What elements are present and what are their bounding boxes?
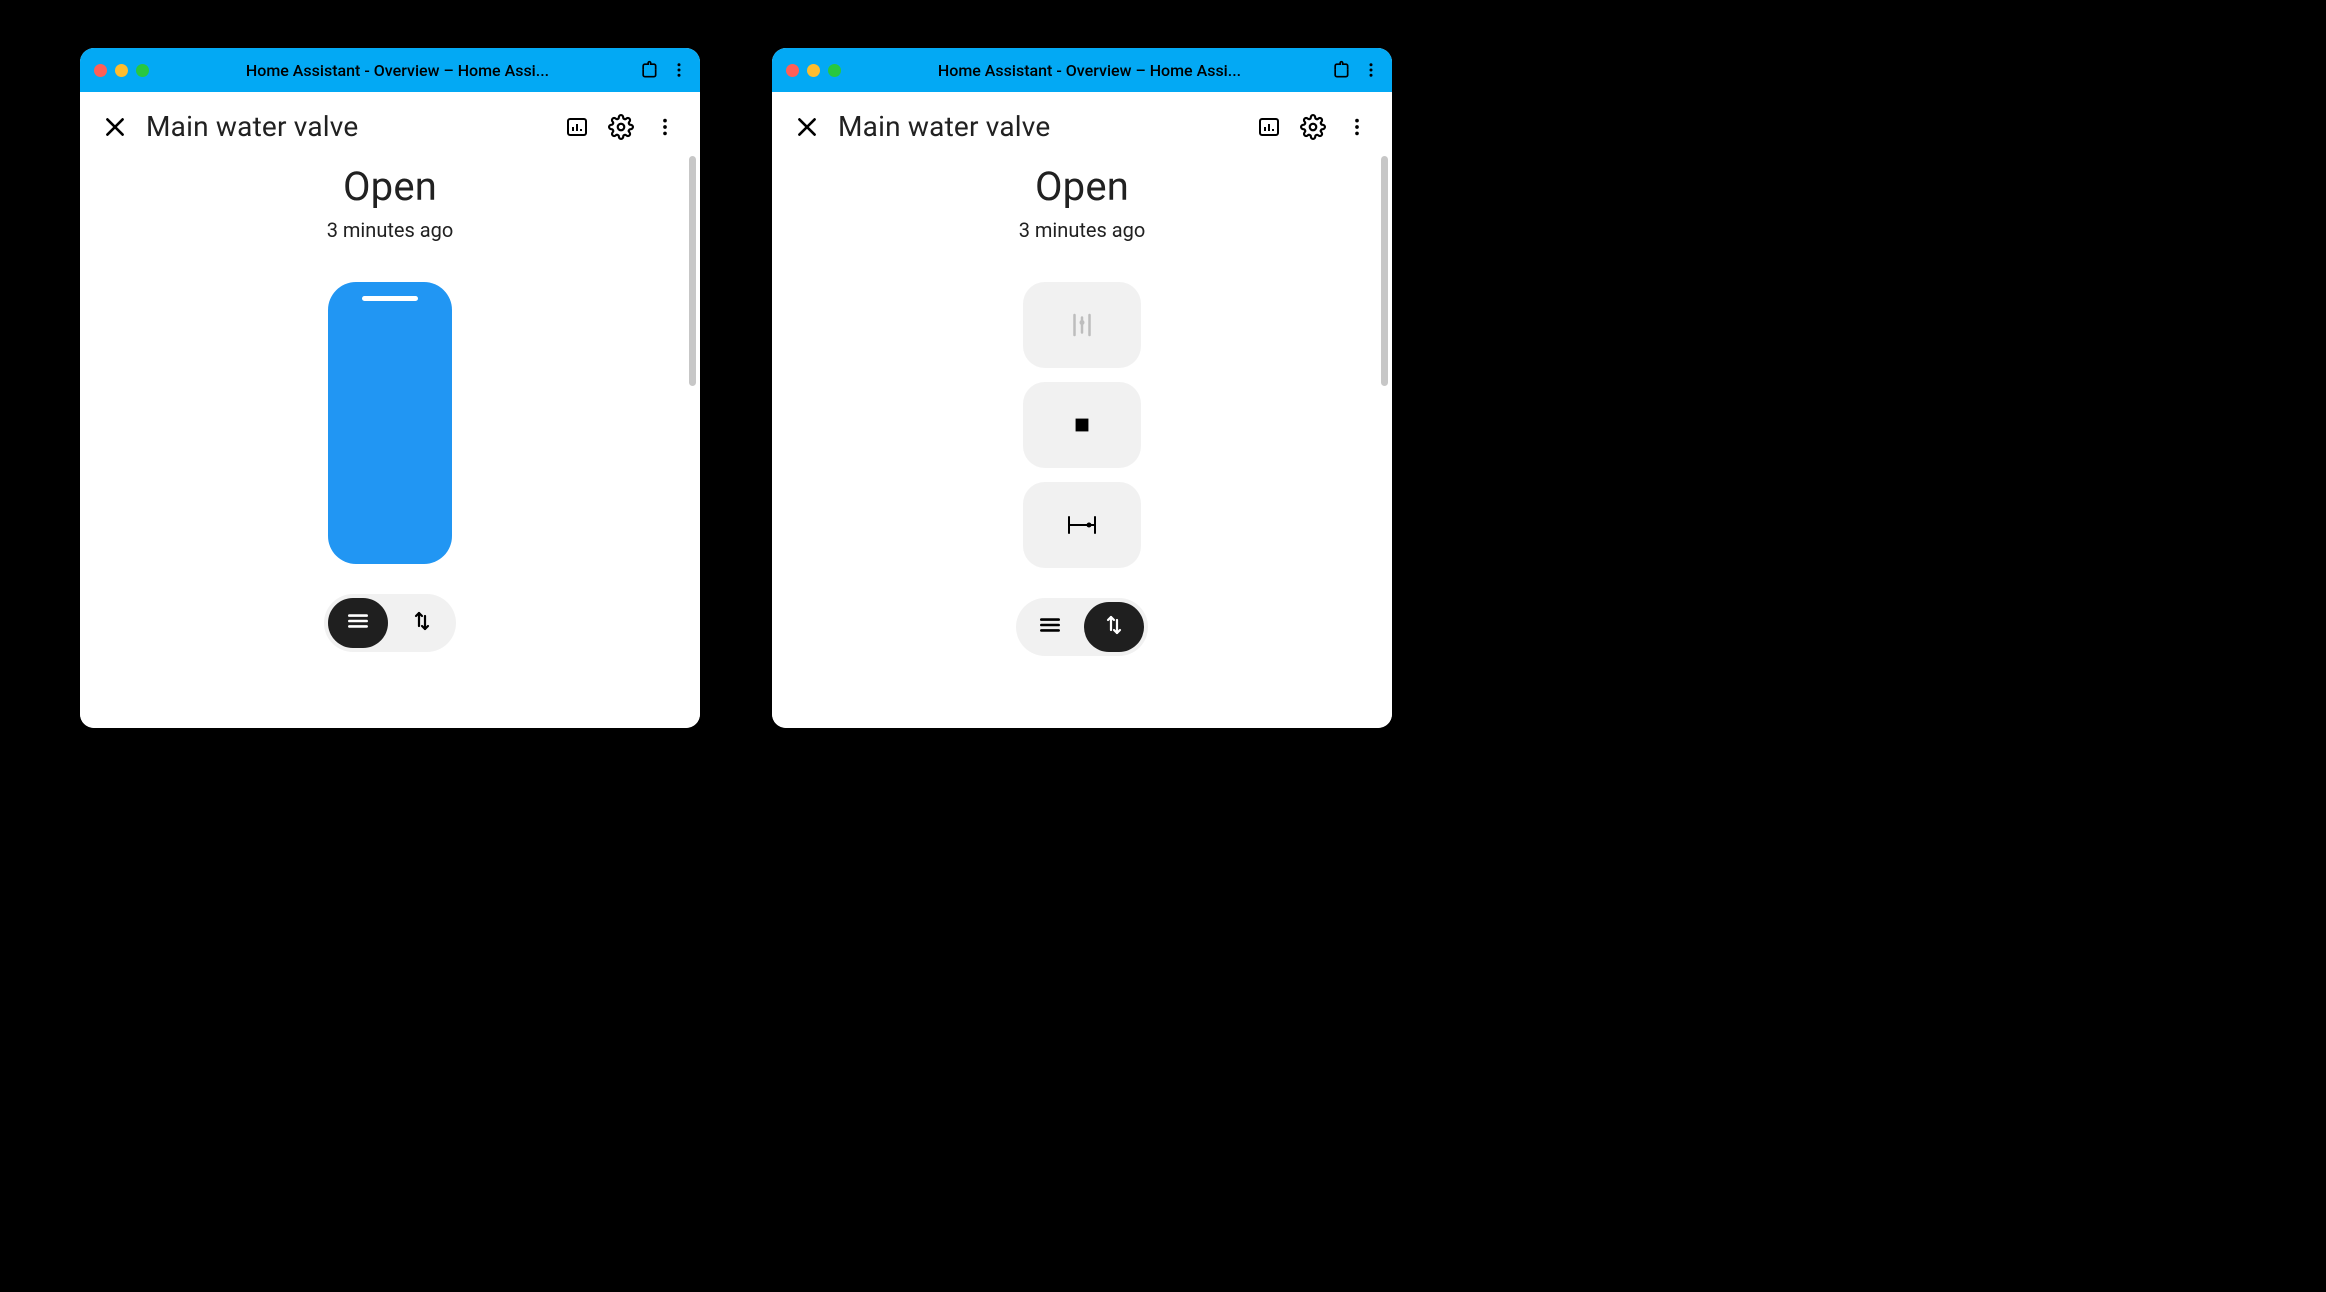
last-changed-label: 3 minutes ago (327, 218, 454, 242)
mode-slider-button[interactable] (1020, 602, 1080, 652)
valve-controls (1023, 282, 1141, 568)
dialog-content: Open 3 minutes ago (80, 151, 700, 652)
gear-icon[interactable] (608, 114, 634, 140)
swap-vertical-icon (410, 609, 434, 637)
dialog-header: Main water valve (80, 92, 700, 151)
chart-bar-icon[interactable] (1256, 114, 1282, 140)
window-title: Home Assistant - Overview – Home Assi... (165, 61, 630, 80)
valve-close-icon (1065, 512, 1099, 538)
dots-vertical-icon[interactable] (652, 114, 678, 140)
more-info-dialog: Main water valve Open 3 minutes ago (772, 92, 1392, 728)
valve-position-slider[interactable] (328, 282, 452, 564)
browser-menu-icon[interactable] (1360, 59, 1382, 81)
last-changed-label: 3 minutes ago (1019, 218, 1146, 242)
window-controls (90, 64, 157, 77)
close-icon[interactable] (794, 114, 820, 140)
dialog-content: Open 3 minutes ago (772, 151, 1392, 656)
stop-valve-button[interactable] (1023, 382, 1141, 468)
gear-icon[interactable] (1300, 114, 1326, 140)
browser-menu-icon[interactable] (668, 59, 690, 81)
mode-buttons-button[interactable] (1084, 602, 1144, 652)
app-window: Home Assistant - Overview – Home Assi...… (80, 48, 700, 728)
scrollbar-thumb[interactable] (689, 156, 696, 386)
window-titlebar: Home Assistant - Overview – Home Assi... (80, 48, 700, 92)
extensions-icon[interactable] (638, 59, 660, 81)
state-label: Open (1035, 163, 1129, 210)
window-zoom-button[interactable] (828, 64, 841, 77)
window-minimize-button[interactable] (807, 64, 820, 77)
window-close-button[interactable] (786, 64, 799, 77)
dots-vertical-icon[interactable] (1344, 114, 1370, 140)
state-label: Open (343, 163, 437, 210)
dialog-title: Main water valve (838, 110, 1238, 143)
window-title: Home Assistant - Overview – Home Assi... (857, 61, 1322, 80)
window-titlebar: Home Assistant - Overview – Home Assi... (772, 48, 1392, 92)
window-close-button[interactable] (94, 64, 107, 77)
close-valve-button[interactable] (1023, 482, 1141, 568)
chart-bar-icon[interactable] (564, 114, 590, 140)
close-icon[interactable] (102, 114, 128, 140)
scrollbar-thumb[interactable] (1381, 156, 1388, 386)
window-controls (782, 64, 849, 77)
open-valve-button[interactable] (1023, 282, 1141, 368)
menu-icon (1037, 612, 1063, 642)
dialog-header: Main water valve (772, 92, 1392, 151)
mode-slider-button[interactable] (328, 598, 388, 648)
valve-open-icon (1067, 310, 1097, 340)
more-info-dialog: Main water valve Open 3 minutes ago (80, 92, 700, 728)
app-window: Home Assistant - Overview – Home Assi...… (772, 48, 1392, 728)
swap-vertical-icon (1102, 613, 1126, 641)
extensions-icon[interactable] (1330, 59, 1352, 81)
control-mode-toggle (324, 594, 456, 652)
menu-icon (345, 608, 371, 638)
stop-icon (1071, 414, 1093, 436)
window-minimize-button[interactable] (115, 64, 128, 77)
mode-buttons-button[interactable] (392, 598, 452, 648)
dialog-title: Main water valve (146, 110, 546, 143)
control-mode-toggle (1016, 598, 1148, 656)
window-zoom-button[interactable] (136, 64, 149, 77)
